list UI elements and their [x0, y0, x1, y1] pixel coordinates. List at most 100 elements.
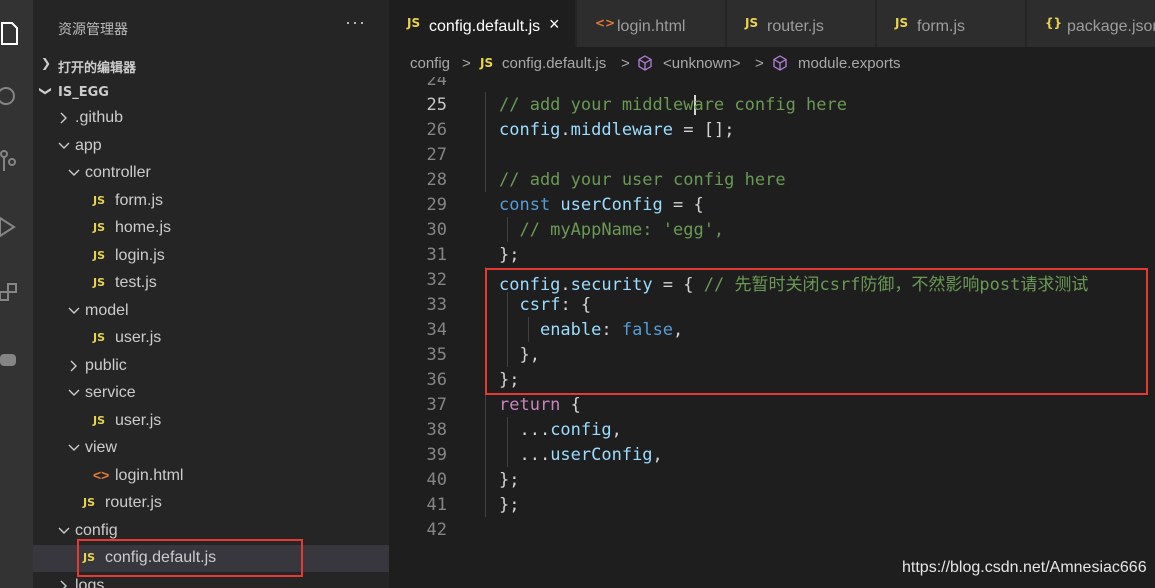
run-debug-icon[interactable] — [0, 214, 20, 240]
line-number: 38 — [426, 420, 447, 440]
line-number: 24 — [426, 77, 447, 90]
tree-folder[interactable]: app — [33, 133, 389, 160]
search-icon[interactable] — [0, 84, 20, 110]
tree-folder[interactable]: public — [33, 353, 389, 380]
code-token: 请求测试 — [1020, 275, 1089, 295]
code-token: userConfig — [550, 445, 653, 465]
tree-file[interactable]: JS user.js — [33, 325, 389, 352]
tab-label: router.js — [767, 18, 824, 35]
watermark: https://blog.csdn.net/Amnesiac666 — [902, 559, 1147, 576]
open-editors-label: 打开的编辑器 — [58, 61, 137, 76]
line-number: 27 — [426, 145, 447, 165]
code-line: ...userConfig, — [499, 445, 663, 465]
editor-tab[interactable]: JS config.default.js × — [389, 0, 576, 47]
activity-bar — [0, 0, 33, 588]
code-editor[interactable]: 24 25 26 27 28 29 30 31 32 33 34 35 36 37 38 39 40 41 42 //… — [389, 77, 1155, 588]
chevron-down-icon — [68, 169, 80, 176]
js-file-icon: JS — [407, 16, 421, 30]
tree-folder[interactable]: model — [33, 298, 389, 325]
code-line: config.security = { // 先暂时关闭csrf防御，不然影响p… — [499, 270, 1088, 295]
line-number: 33 — [426, 295, 447, 315]
tree-folder[interactable]: view — [33, 435, 389, 462]
code-token: ... — [499, 420, 551, 440]
line-number: 36 — [426, 370, 447, 390]
tree-file[interactable]: <> login.html — [33, 463, 389, 490]
code-token: config — [499, 275, 561, 295]
tree-folder[interactable]: service — [33, 380, 389, 407]
code-line: // myAppName: 'egg', — [499, 220, 724, 240]
close-icon[interactable]: × — [549, 14, 560, 35]
code-token: , — [652, 445, 663, 465]
breadcrumb-symbol-unknown[interactable]: <unknown> — [663, 55, 741, 72]
tree-item-label: test.js — [115, 274, 157, 291]
tree-file[interactable]: JS user.js — [33, 408, 389, 435]
code-token: = { — [662, 195, 704, 215]
chevron-right-icon: > — [621, 55, 630, 72]
editor-tab[interactable]: {} package.json — [1027, 0, 1155, 47]
code-line: csrf: { — [499, 295, 591, 315]
js-file-icon: JS — [480, 56, 494, 70]
breadcrumb-folder[interactable]: config — [410, 55, 450, 72]
breadcrumb-symbol-module-exports[interactable]: module.exports — [798, 55, 901, 72]
line-number: 30 — [426, 220, 447, 240]
code-token: = { — [652, 275, 704, 295]
code-token: userConfig — [560, 195, 663, 215]
editor-tab[interactable]: JS form.js — [877, 0, 1026, 47]
remote-icon[interactable] — [0, 348, 20, 374]
chevron-down-icon — [58, 527, 70, 534]
line-number: 28 — [426, 170, 447, 190]
code-token: const — [499, 195, 561, 215]
js-file-icon: JS — [93, 248, 106, 262]
code-token: { — [560, 395, 581, 415]
code-token: }, — [499, 345, 540, 365]
chevron-right-icon — [70, 360, 77, 371]
tab-label: config.default.js — [429, 18, 541, 35]
tree-file[interactable]: JS form.js — [33, 188, 389, 215]
tree-item-label: app — [75, 136, 102, 154]
tree-folder[interactable]: controller — [33, 160, 389, 187]
tree-file[interactable]: JS home.js — [33, 215, 389, 242]
project-section[interactable]: ❯ IS_EGG — [33, 80, 389, 106]
code-token: csrf — [519, 295, 561, 315]
line-number: 41 — [426, 495, 447, 515]
editor-tab[interactable]: <> login.html — [577, 0, 726, 47]
code-token: : { — [560, 295, 592, 315]
code-token: config — [499, 120, 561, 140]
tree-folder[interactable]: .github — [33, 105, 389, 132]
sidebar-title: 资源管理器 — [58, 22, 128, 38]
code-token: = []; — [673, 120, 735, 140]
chevron-right-icon — [60, 112, 67, 124]
tree-item-label: config — [75, 521, 118, 539]
more-actions-button[interactable]: ··· — [345, 12, 366, 33]
code-token: middleware — [570, 120, 674, 140]
cube-icon — [773, 55, 787, 71]
code-token: . — [560, 120, 571, 140]
js-file-icon: JS — [93, 413, 106, 427]
line-number: 37 — [426, 395, 447, 415]
json-file-icon: {} — [1045, 16, 1063, 30]
breadcrumb-file[interactable]: config.default.js — [502, 55, 606, 72]
js-file-icon: JS — [745, 16, 759, 30]
line-number: 32 — [426, 270, 447, 290]
line-number: 29 — [426, 195, 447, 215]
code-line: }, — [499, 345, 540, 365]
tree-item-label: login.html — [115, 466, 184, 484]
chevron-down-icon — [68, 389, 80, 396]
tree-file[interactable]: JS test.js — [33, 270, 389, 297]
line-number: 40 — [426, 470, 447, 490]
code-line: }; — [499, 495, 519, 515]
js-file-icon: JS — [93, 276, 106, 289]
explorer-icon[interactable] — [0, 20, 20, 46]
extensions-icon[interactable] — [0, 280, 20, 306]
tree-file[interactable]: JS router.js — [33, 490, 389, 517]
code-token: // add your middleware config here — [499, 95, 847, 115]
tree-item-label: view — [85, 439, 118, 456]
chevron-down-icon: ❯ — [39, 85, 54, 97]
editor-tab[interactable]: JS router.js — [727, 0, 876, 47]
explorer-sidebar: 资源管理器 ··· ❯ 打开的编辑器 ❯ IS_EGG .github app co… — [33, 0, 389, 588]
sidebar-header: 资源管理器 ··· — [33, 0, 389, 55]
open-editors-section[interactable]: ❯ 打开的编辑器 — [33, 52, 389, 78]
tree-file[interactable]: JS login.js — [33, 243, 389, 270]
source-control-icon[interactable] — [0, 148, 20, 174]
